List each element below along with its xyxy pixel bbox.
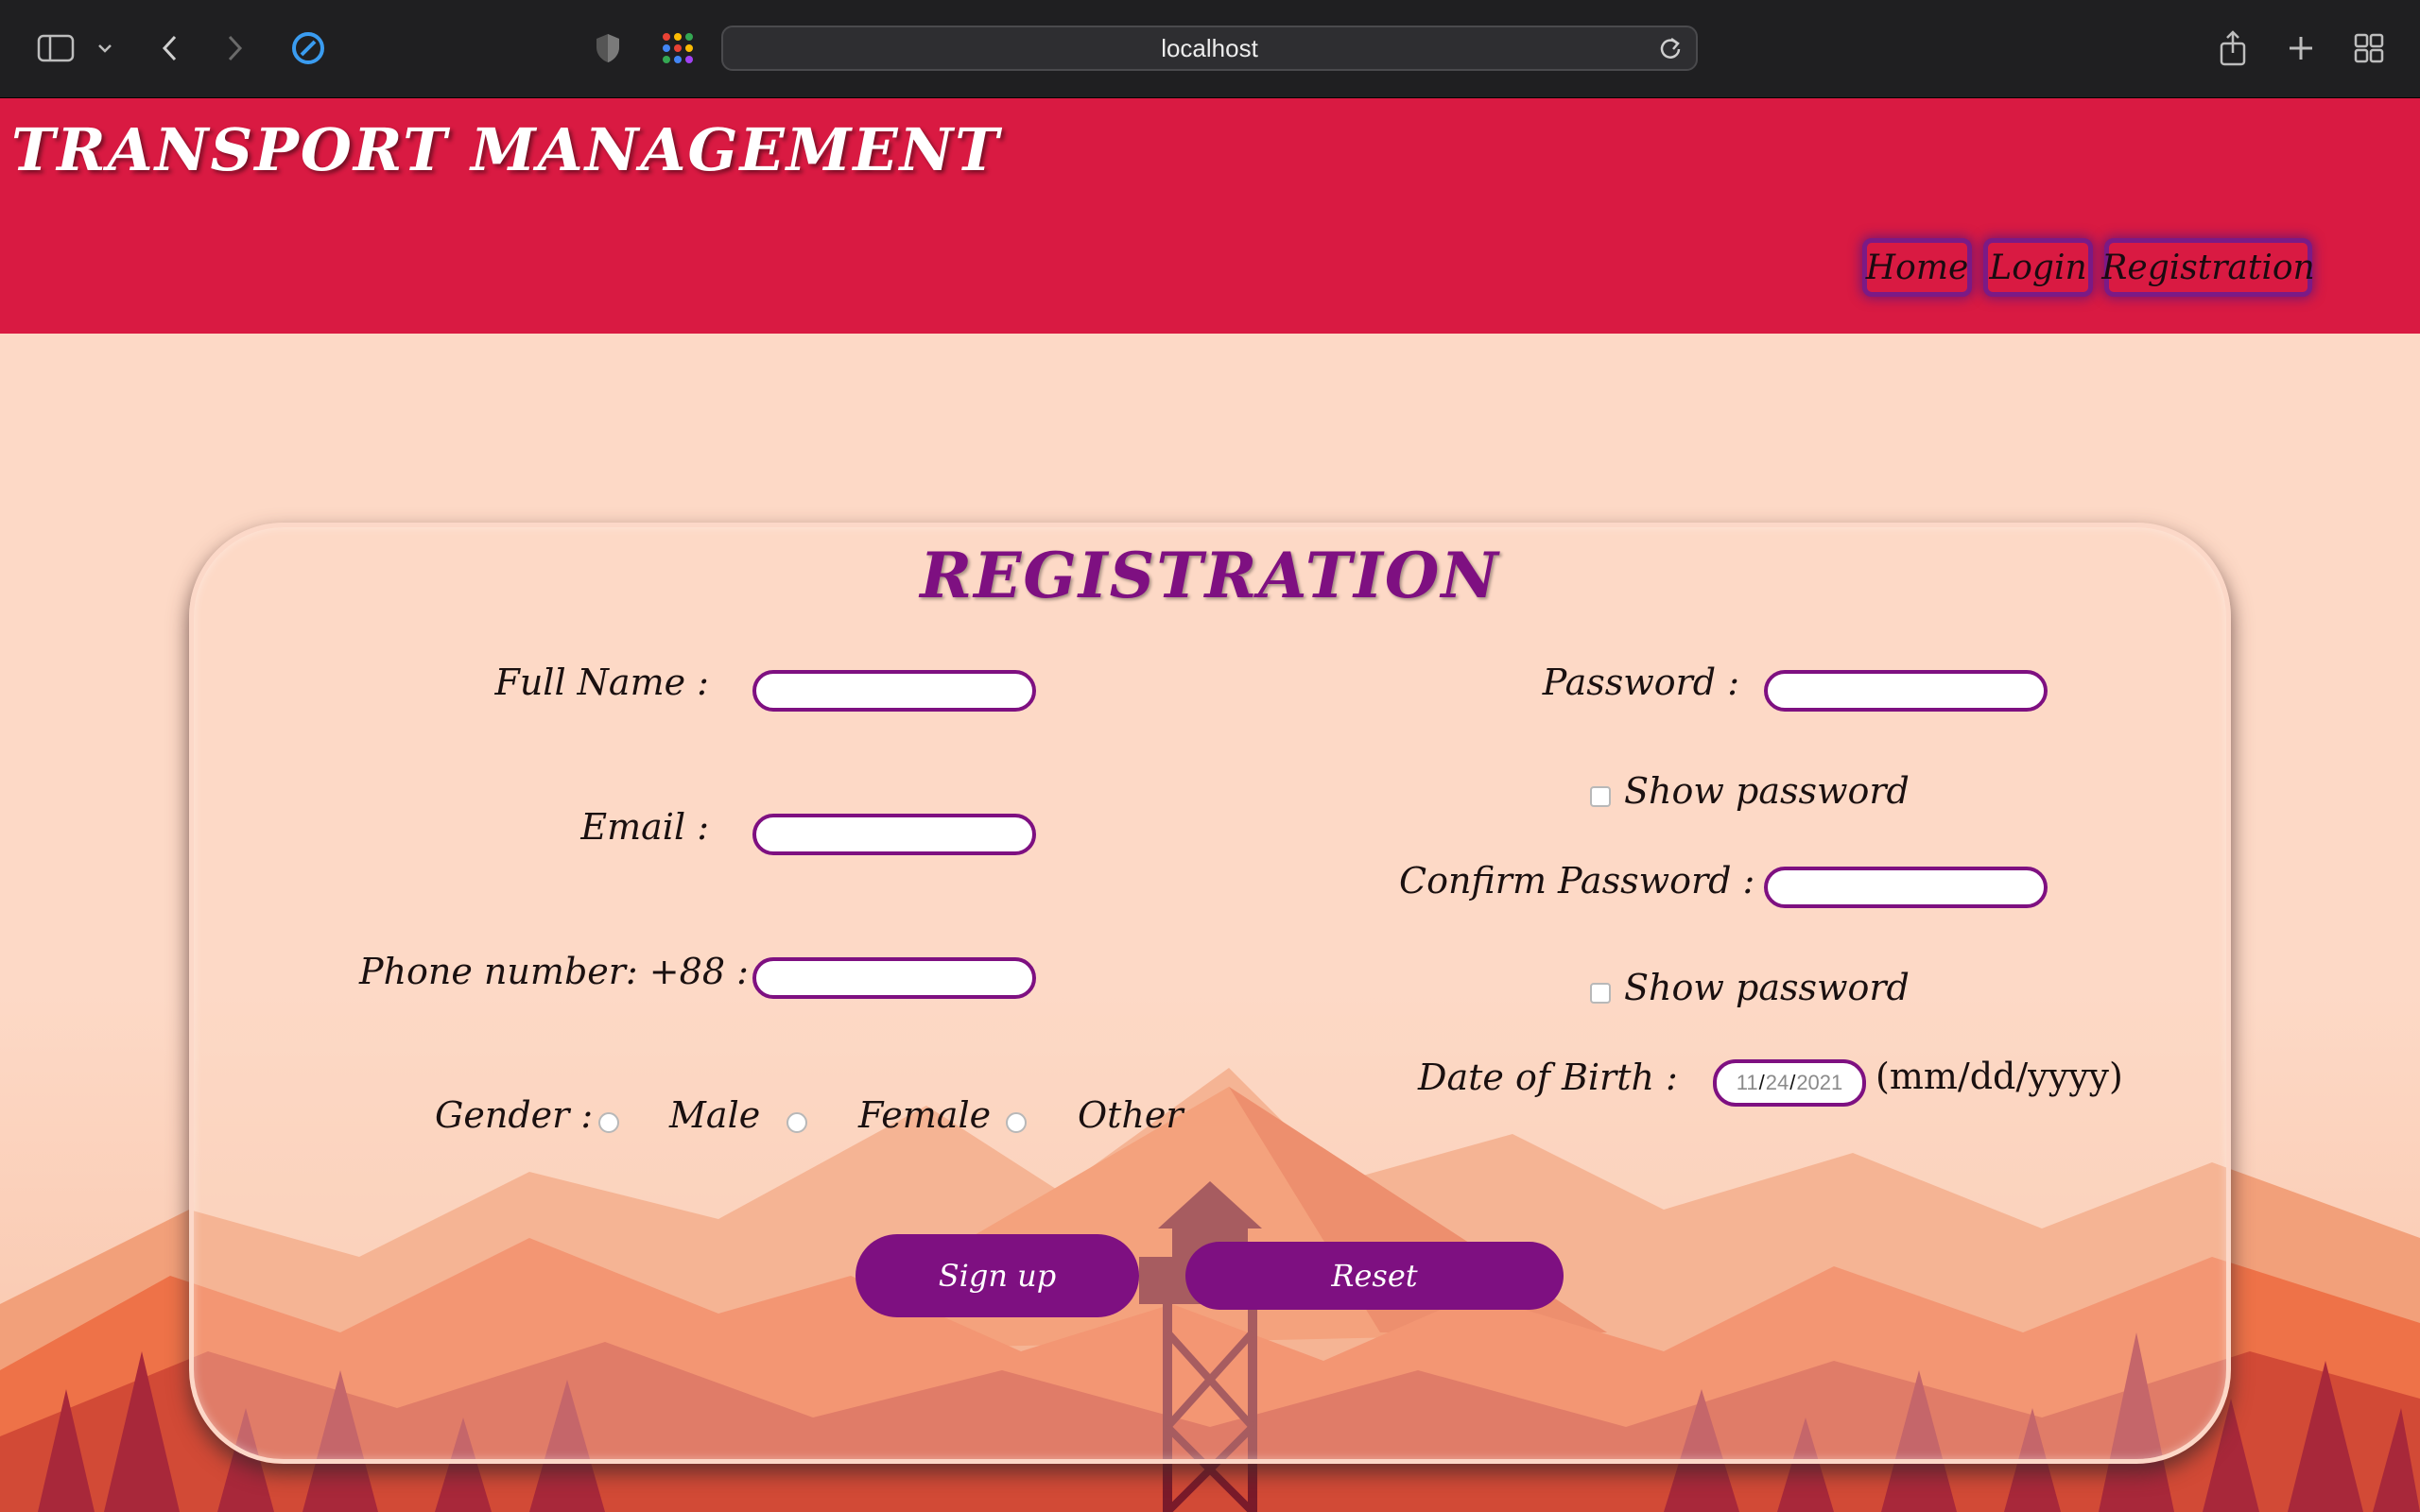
browser-toolbar: localhost (0, 0, 2420, 98)
tab-overview-icon[interactable] (2350, 26, 2388, 70)
show-password-label: Show password (1624, 770, 1910, 812)
gender-label: Gender : (435, 1094, 594, 1136)
forward-icon[interactable] (219, 26, 250, 70)
password-label: Password : (1542, 662, 1739, 703)
nav-registration-button[interactable]: Registration (2101, 238, 2315, 297)
chevron-down-icon[interactable] (95, 26, 115, 70)
show-confirm-password-checkbox[interactable] (1590, 983, 1611, 1004)
dob-label: Date of Birth : (1418, 1057, 1678, 1098)
nav-home-button[interactable]: Home (1862, 238, 1972, 297)
form-title: REGISTRATION (920, 539, 1500, 612)
sign-up-button[interactable]: Sign up (856, 1234, 1139, 1317)
password-input[interactable] (1764, 670, 2048, 712)
gender-other-radio[interactable] (1006, 1112, 1027, 1133)
gender-female-radio[interactable] (786, 1112, 807, 1133)
gender-male-label: Male (669, 1094, 761, 1136)
nav-login-button[interactable]: Login (1983, 238, 2093, 297)
dob-format-hint: (mm/dd/yyyy) (1876, 1056, 2123, 1097)
show-password-checkbox[interactable] (1590, 786, 1611, 807)
full-name-input[interactable] (752, 670, 1036, 712)
back-icon[interactable] (155, 26, 185, 70)
site-title: TRANSPORT MANAGEMENT (11, 115, 1001, 184)
site-header: TRANSPORT MANAGEMENT Home Login Registra… (0, 98, 2420, 334)
reload-icon[interactable] (1658, 36, 1683, 67)
address-bar[interactable]: localhost (721, 26, 1698, 71)
email-label: Email : (580, 806, 709, 848)
url-text: localhost (1161, 33, 1258, 62)
phone-input[interactable] (752, 957, 1036, 999)
phone-label: Phone number: +88 : (359, 951, 749, 992)
dob-day[interactable]: 24 (1766, 1071, 1789, 1095)
full-name-label: Full Name : (494, 662, 709, 703)
reset-button[interactable]: Reset (1185, 1242, 1564, 1310)
show-confirm-password-label: Show password (1624, 967, 1910, 1008)
new-tab-icon[interactable] (2284, 26, 2318, 70)
gender-female-label: Female (858, 1094, 992, 1136)
share-icon[interactable] (2216, 26, 2250, 70)
gender-male-radio[interactable] (598, 1112, 619, 1133)
email-input[interactable] (752, 814, 1036, 855)
confirm-password-input[interactable] (1764, 867, 2048, 908)
dob-month[interactable]: 11 (1737, 1071, 1758, 1095)
compass-icon[interactable] (288, 26, 328, 70)
apps-grid-icon[interactable] (658, 26, 698, 70)
sidebar-toggle-icon[interactable] (34, 26, 78, 70)
gender-other-label: Other (1078, 1094, 1184, 1136)
confirm-password-label: Confirm Password : (1399, 860, 1755, 902)
dob-year[interactable]: 2021 (1796, 1071, 1842, 1095)
shield-icon[interactable] (592, 26, 624, 70)
main-nav: Home Login Registration (1862, 238, 2315, 297)
dob-date-input[interactable]: 11/24/2021 (1713, 1059, 1866, 1107)
